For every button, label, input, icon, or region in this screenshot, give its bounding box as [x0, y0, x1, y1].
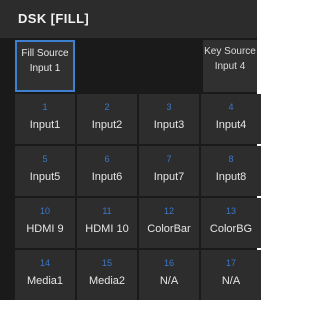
source-number: 1: [42, 102, 48, 112]
source-label: Input6: [91, 171, 123, 183]
source-button-11[interactable]: 11 HDMI 10: [77, 198, 137, 248]
fill-source-value: Input 1: [29, 63, 61, 74]
source-label: N/A: [221, 275, 241, 287]
fill-source-button[interactable]: Fill Source Input 1: [15, 40, 75, 92]
source-label: N/A: [159, 275, 179, 287]
source-label: Input2: [91, 119, 123, 131]
source-number: 17: [225, 258, 236, 268]
source-label: Media2: [88, 275, 126, 287]
source-button-6[interactable]: 6 Input6: [77, 146, 137, 196]
source-number: 16: [163, 258, 174, 268]
source-button-7[interactable]: 7 Input7: [139, 146, 199, 196]
source-label: Input1: [29, 119, 61, 131]
source-button-13[interactable]: 13 ColorBG: [201, 198, 261, 248]
source-number: 10: [39, 206, 50, 216]
panel-header: DSK [FILL]: [0, 0, 257, 38]
source-number: 13: [225, 206, 236, 216]
source-number: 7: [166, 154, 172, 164]
source-label: ColorBG: [209, 223, 253, 235]
source-label: HDMI 10: [85, 223, 129, 235]
source-number: 2: [104, 102, 110, 112]
key-source-value: Input 4: [214, 61, 246, 72]
fill-source-label: Fill Source: [21, 48, 69, 59]
source-number: 12: [163, 206, 174, 216]
source-label: Input3: [153, 119, 185, 131]
panel-title: DSK [FILL]: [18, 11, 90, 26]
source-label: Input7: [153, 171, 185, 183]
source-button-3[interactable]: 3 Input3: [139, 94, 199, 144]
source-label: Input8: [215, 171, 247, 183]
source-number: 8: [228, 154, 234, 164]
source-button-10[interactable]: 10 HDMI 9: [15, 198, 75, 248]
source-button-15[interactable]: 15 Media2: [77, 250, 137, 300]
source-label: Input4: [215, 119, 247, 131]
source-button-1[interactable]: 1 Input1: [15, 94, 75, 144]
source-button-4[interactable]: 4 Input4: [201, 94, 261, 144]
key-source-label: Key Source: [204, 46, 256, 57]
source-label: HDMI 9: [26, 223, 64, 235]
source-button-12[interactable]: 12 ColorBar: [139, 198, 199, 248]
source-button-2[interactable]: 2 Input2: [77, 94, 137, 144]
dsk-panel: DSK [FILL] Fill Source Input 1 Key Sourc…: [0, 0, 261, 300]
source-button-16[interactable]: 16 N/A: [139, 250, 199, 300]
source-number: 14: [39, 258, 50, 268]
key-source-button[interactable]: Key Source Input 4: [203, 40, 257, 92]
source-number: 3: [166, 102, 172, 112]
source-number: 4: [228, 102, 234, 112]
source-label: ColorBar: [147, 223, 191, 235]
source-number: 6: [104, 154, 110, 164]
source-button-5[interactable]: 5 Input5: [15, 146, 75, 196]
source-button-8[interactable]: 8 Input8: [201, 146, 261, 196]
source-number: 15: [101, 258, 112, 268]
source-label: Media1: [26, 275, 64, 287]
source-number: 11: [102, 206, 112, 216]
source-button-17[interactable]: 17 N/A: [201, 250, 261, 300]
source-label: Input5: [29, 171, 61, 183]
source-button-14[interactable]: 14 Media1: [15, 250, 75, 300]
source-number: 5: [42, 154, 48, 164]
